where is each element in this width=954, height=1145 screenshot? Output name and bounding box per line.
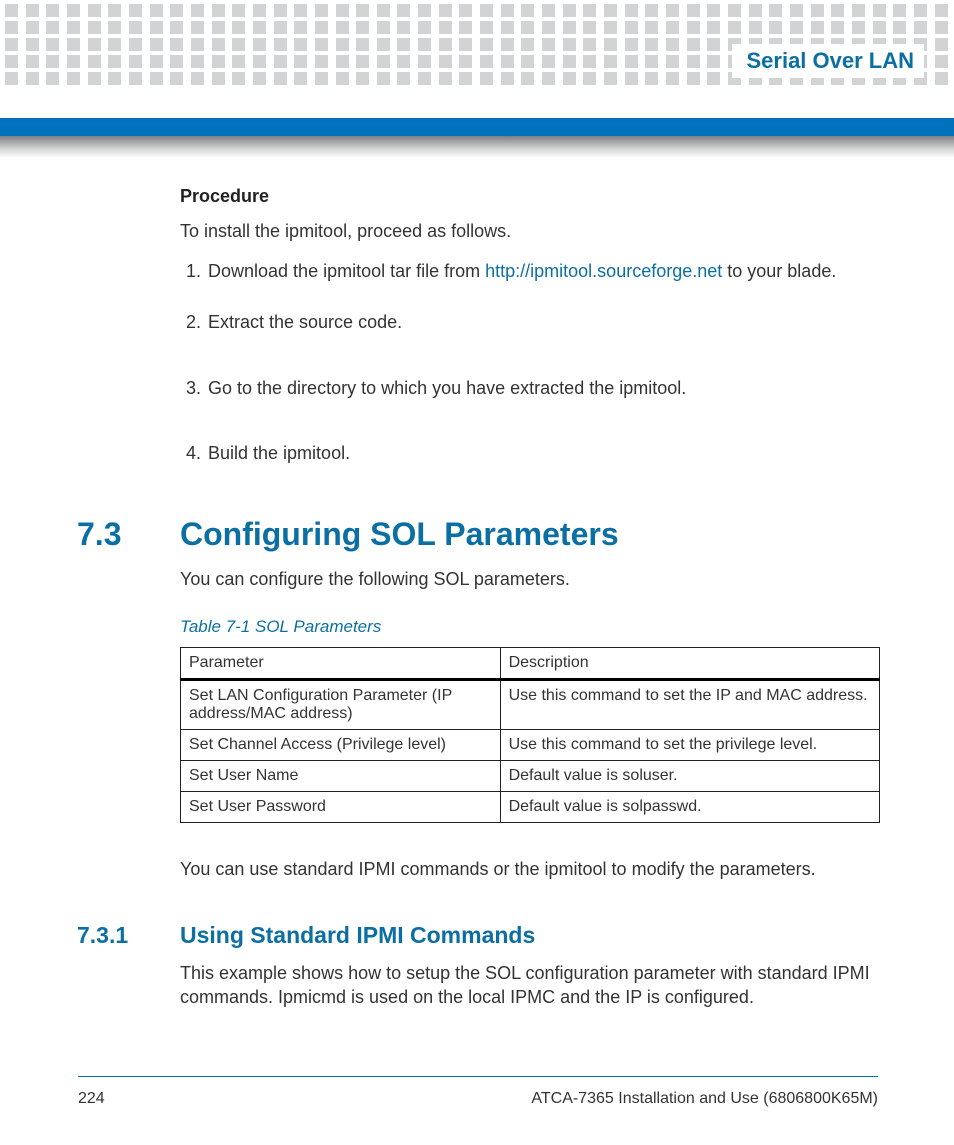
table-caption: Table 7-1 SOL Parameters: [180, 617, 880, 637]
procedure-step: Build the ipmitool.: [206, 441, 880, 466]
table-row: Set LAN Configuration Parameter (IP addr…: [181, 680, 880, 730]
procedure-step: Download the ipmitool tar file from http…: [206, 259, 880, 284]
footer-rule: [78, 1076, 878, 1077]
table-cell: Set User Password: [181, 792, 501, 823]
ipmitool-link[interactable]: http://ipmitool.sourceforge.net: [485, 261, 722, 281]
table-header-cell: Description: [500, 648, 879, 680]
header-gray-wedge: [0, 136, 954, 158]
subsection-title: Using Standard IPMI Commands: [180, 922, 535, 949]
table-cell: Default value is soluser.: [500, 761, 879, 792]
sol-parameters-table: Parameter Description Set LAN Configurat…: [180, 647, 880, 823]
table-row: Set Channel Access (Privilege level) Use…: [181, 730, 880, 761]
table-cell: Use this command to set the privilege le…: [500, 730, 879, 761]
chapter-title-wrap: Serial Over LAN: [732, 44, 924, 78]
table-cell: Set Channel Access (Privilege level): [181, 730, 501, 761]
section-intro: You can configure the following SOL para…: [180, 567, 880, 591]
procedure-steps: Download the ipmitool tar file from http…: [180, 259, 880, 466]
table-header-row: Parameter Description: [181, 648, 880, 680]
step-text: Go to the directory to which you have ex…: [208, 378, 686, 398]
section-number: 7.3: [77, 516, 180, 553]
page-footer: 224 ATCA-7365 Installation and Use (6806…: [78, 1090, 878, 1108]
section-heading-row: 7.3 Configuring SOL Parameters: [77, 516, 880, 553]
page-number: 224: [78, 1090, 105, 1108]
table-row: Set User Name Default value is soluser.: [181, 761, 880, 792]
subsection-body: This example shows how to setup the SOL …: [180, 961, 880, 1010]
step-text: Extract the source code.: [208, 312, 402, 332]
step-text-pre: Download the ipmitool tar file from: [208, 261, 485, 281]
table-cell: Set User Name: [181, 761, 501, 792]
table-row: Set User Password Default value is solpa…: [181, 792, 880, 823]
subsection-number: 7.3.1: [77, 922, 180, 949]
main-content: Procedure To install the ipmitool, proce…: [180, 186, 880, 1025]
table-cell: Default value is solpasswd.: [500, 792, 879, 823]
procedure-intro: To install the ipmitool, proceed as foll…: [180, 219, 880, 243]
procedure-heading: Procedure: [180, 186, 880, 207]
step-text: Build the ipmitool.: [208, 443, 350, 463]
procedure-step: Extract the source code.: [206, 310, 880, 335]
doc-id: ATCA-7365 Installation and Use (6806800K…: [531, 1090, 878, 1108]
table-header-cell: Parameter: [181, 648, 501, 680]
step-text-post: to your blade.: [722, 261, 836, 281]
chapter-title: Serial Over LAN: [732, 44, 924, 78]
table-cell: Use this command to set the IP and MAC a…: [500, 680, 879, 730]
procedure-step: Go to the directory to which you have ex…: [206, 376, 880, 401]
section-title: Configuring SOL Parameters: [180, 516, 619, 553]
subsection-heading-row: 7.3.1 Using Standard IPMI Commands: [77, 922, 880, 949]
header-blue-bar: [0, 118, 954, 136]
section-outro: You can use standard IPMI commands or th…: [180, 857, 880, 881]
table-cell: Set LAN Configuration Parameter (IP addr…: [181, 680, 501, 730]
